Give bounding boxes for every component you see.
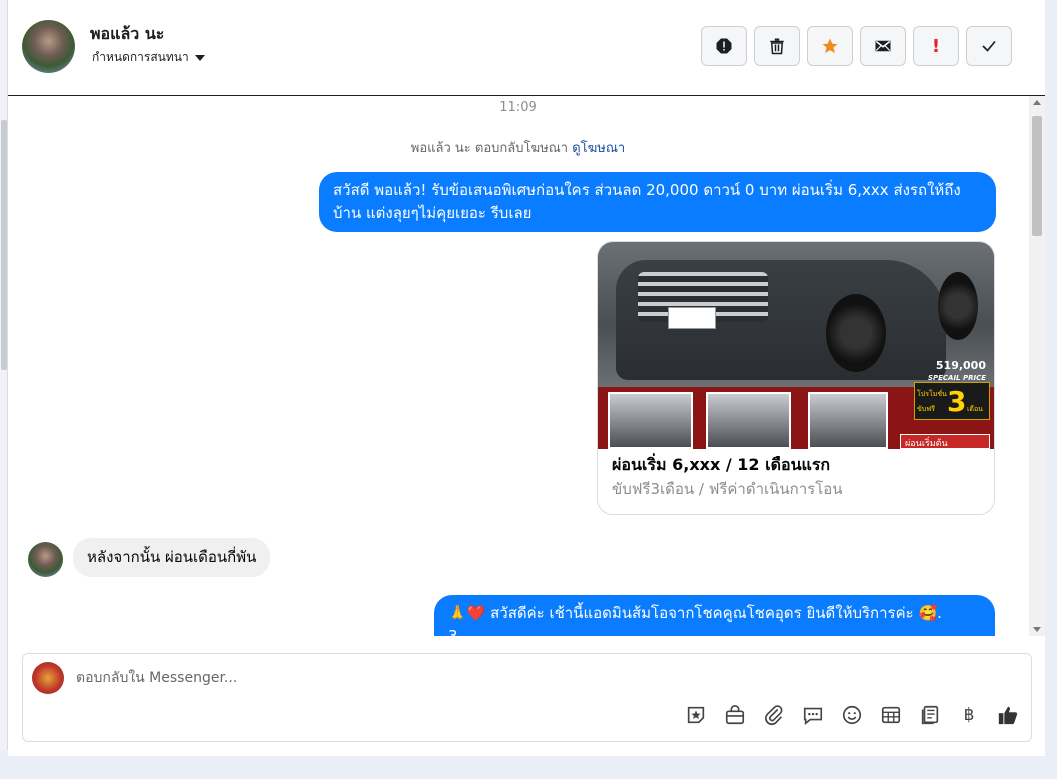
- ad-reply-text: พอแล้ว นะ ตอบกลับโฆษณา: [410, 141, 569, 156]
- ad-price: 519,000 SPECAIL PRICE: [928, 360, 986, 384]
- ad-card[interactable]: 519,000 SPECAIL PRICE โปรโมชั่น ขับฟรี 3…: [597, 241, 995, 515]
- ad-image: 519,000 SPECAIL PRICE โปรโมชั่น ขับฟรี 3…: [598, 242, 994, 449]
- contact-avatar[interactable]: [22, 20, 75, 73]
- attach-button[interactable]: [763, 704, 785, 726]
- scroll-up-icon[interactable]: [1033, 100, 1041, 105]
- message-thread[interactable]: 11:09 พอแล้ว นะ ตอบกลับโฆษณา ดูโฆษณา สวั…: [8, 96, 1045, 636]
- alert-octagon-icon: [716, 38, 732, 54]
- done-button[interactable]: [966, 26, 1012, 66]
- baht-icon: ฿: [963, 705, 975, 725]
- ad-price-value: 519,000: [935, 359, 986, 372]
- scroll-down-icon[interactable]: [1033, 627, 1041, 632]
- outgoing-message[interactable]: 🙏❤️ สวัสดีค่ะ เช้านี้แอดมินส้มโอจากโชคคู…: [434, 595, 995, 636]
- emoji-button[interactable]: [841, 704, 863, 726]
- ad-thumbnail: [808, 392, 888, 449]
- assign-label: กำหนดการสนทนา: [92, 50, 189, 64]
- delete-button[interactable]: [754, 26, 800, 66]
- assign-conversation-dropdown[interactable]: กำหนดการสนทนา: [92, 48, 205, 67]
- mark-unread-button[interactable]: [860, 26, 906, 66]
- exclamation-icon: !: [931, 35, 941, 57]
- conversation-panel: พอแล้ว นะ กำหนดการสนทนา ! 11:09 พอแล้ว น…: [8, 0, 1045, 756]
- conversation-header: พอแล้ว นะ กำหนดการสนทนา !: [8, 0, 1045, 96]
- contact-avatar-small: [28, 542, 63, 577]
- shopping-bag-icon: [725, 705, 745, 725]
- appointment-button[interactable]: [880, 704, 902, 726]
- outgoing-message[interactable]: สวัสดี พอแล้ว! รับข้อเสนอพิเศษก่อนใคร ส่…: [319, 172, 996, 232]
- saved-reply-icon: [921, 705, 939, 725]
- sticker-star-icon: [687, 706, 705, 724]
- incoming-message[interactable]: หลังจากนั้น ผ่อนเดือนกี่พัน: [73, 538, 271, 577]
- ad-promo-number: 3: [947, 385, 967, 418]
- mail-icon: [875, 40, 891, 52]
- truck-wheel: [826, 294, 886, 372]
- sticker-button[interactable]: [685, 704, 707, 726]
- like-button[interactable]: [997, 704, 1019, 726]
- report-button[interactable]: [701, 26, 747, 66]
- view-ad-link[interactable]: ดูโฆษณา: [572, 141, 625, 156]
- ad-promo-unit: เดือน: [967, 405, 983, 413]
- ad-card-subtitle: ขับฟรี3เดือน / ฟรีค่าดำเนินการโอน: [612, 480, 843, 498]
- reply-composer: ฿: [22, 653, 1032, 742]
- page-avatar: [32, 662, 64, 694]
- thread-scroll-thumb[interactable]: [1032, 116, 1042, 236]
- ad-cta-ribbon: ผ่อนเริ่มต้น: [900, 434, 990, 449]
- ad-thumbnail: [706, 392, 791, 449]
- saved-reply-button[interactable]: [919, 704, 941, 726]
- chevron-down-icon: [194, 54, 205, 61]
- trash-icon: [770, 38, 784, 55]
- header-actions: !: [701, 26, 1012, 66]
- ad-promo-badge: โปรโมชั่น ขับฟรี 3 เดือน: [914, 382, 990, 420]
- shop-button[interactable]: [724, 704, 746, 726]
- star-button[interactable]: [807, 26, 853, 66]
- emoji-icon: [842, 705, 862, 725]
- payment-button[interactable]: ฿: [958, 704, 980, 726]
- message-timestamp: 11:09: [499, 100, 537, 115]
- check-icon: [982, 40, 996, 52]
- thumbs-up-icon: [998, 706, 1018, 725]
- ad-reply-note: พอแล้ว นะ ตอบกลับโฆษณา ดูโฆษณา: [8, 137, 1028, 158]
- ad-promo-bottom: ขับฟรี: [917, 405, 935, 413]
- left-scroll-thumb[interactable]: [1, 120, 7, 370]
- truck-plate: [668, 307, 716, 329]
- quick-reply-button[interactable]: [802, 704, 824, 726]
- truck-wheel: [938, 272, 978, 340]
- paperclip-icon: [765, 705, 783, 726]
- ad-promo-top: โปรโมชั่น: [917, 390, 947, 398]
- ad-thumbnail: [608, 392, 693, 449]
- thread-scrollbar[interactable]: [1029, 96, 1045, 636]
- chat-bubble-icon: [803, 707, 823, 725]
- spam-button[interactable]: !: [913, 26, 959, 66]
- composer-toolbar: ฿: [685, 704, 1019, 726]
- left-scroll-strip[interactable]: [0, 0, 8, 750]
- table-icon: [881, 706, 901, 724]
- ad-card-title: ผ่อนเริ่ม 6,xxx / 12 เดือนแรก: [612, 455, 831, 474]
- contact-name[interactable]: พอแล้ว นะ: [90, 22, 164, 47]
- star-icon: [822, 38, 838, 54]
- ad-cta-text: ผ่อนเริ่มต้น: [905, 439, 948, 449]
- reply-input[interactable]: [76, 667, 776, 689]
